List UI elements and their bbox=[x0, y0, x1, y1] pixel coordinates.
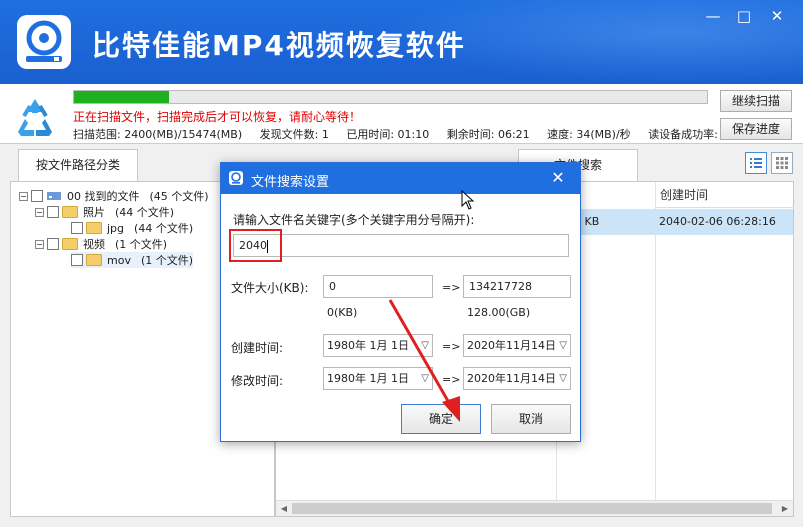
tree-checkbox[interactable] bbox=[31, 190, 43, 202]
tree-item-videos[interactable]: − 视频 (1 个文件) bbox=[35, 236, 167, 252]
scan-stats: 扫描范围: 2400(MB)/15474(MB) 发现文件数: 1 已用时间: … bbox=[73, 126, 732, 142]
modified-from-date[interactable]: 1980年 1月 1日 ▽ bbox=[323, 367, 433, 390]
tree-item-label: mov bbox=[107, 253, 131, 267]
modified-from-value: 1980年 1月 1日 bbox=[327, 372, 409, 385]
continue-scan-button[interactable]: 继续扫描 bbox=[720, 90, 792, 112]
dialog-title-bar: 文件搜索设置 ✕ bbox=[221, 163, 580, 194]
tree-item-count: (45 个文件) bbox=[149, 190, 209, 203]
chevron-down-icon: ▽ bbox=[559, 373, 567, 384]
folder-icon bbox=[62, 238, 78, 250]
grid-view-button[interactable] bbox=[771, 152, 793, 174]
keyword-highlight-box bbox=[229, 229, 282, 262]
mouse-cursor-icon bbox=[461, 190, 475, 210]
chevron-down-icon: ▽ bbox=[421, 373, 429, 384]
collapse-icon[interactable]: − bbox=[35, 207, 44, 217]
tree-item-count: (44 个文件) bbox=[115, 206, 175, 219]
tree-item-photos[interactable]: − 照片 (44 个文件) bbox=[35, 204, 174, 220]
modified-label: 修改时间: bbox=[231, 374, 284, 388]
cancel-button[interactable]: 取消 bbox=[491, 404, 571, 434]
tree-item-count: (1 个文件) bbox=[115, 238, 168, 251]
maximize-icon[interactable]: □ bbox=[734, 6, 754, 26]
grid-view-icon bbox=[776, 157, 788, 169]
collapse-icon[interactable]: − bbox=[35, 239, 44, 249]
scan-range: 扫描范围: 2400(MB)/15474(MB) bbox=[73, 128, 243, 141]
created-to-date[interactable]: 2020年11月14日 ▽ bbox=[463, 334, 571, 357]
scroll-left-icon[interactable]: ◀ bbox=[276, 501, 292, 517]
scan-speed: 速度: 34(MB)/秒 bbox=[547, 128, 631, 141]
size-max-hint: 128.00(GB) bbox=[467, 306, 531, 319]
scrollbar-thumb[interactable] bbox=[292, 503, 772, 514]
scan-message: 正在扫描文件，扫描完成后才可以恢复，请耐心等待！ bbox=[73, 110, 362, 124]
keyword-input[interactable]: 2040 bbox=[233, 234, 569, 257]
created-to-value: 2020年11月14日 bbox=[467, 339, 556, 352]
collapse-icon[interactable]: − bbox=[19, 191, 28, 201]
file-search-dialog: 文件搜索设置 ✕ 请输入文件名关键字(多个关键字用分号隔开): 2040 文件大… bbox=[220, 162, 581, 442]
app-logo-icon bbox=[17, 15, 71, 69]
tree-item-label: 视频 bbox=[83, 238, 105, 251]
ok-button[interactable]: 确定 bbox=[401, 404, 481, 434]
recycle-icon bbox=[18, 99, 52, 136]
cell-created: 2040-02-06 06:28:16 bbox=[659, 215, 776, 228]
folder-icon bbox=[86, 254, 102, 266]
scan-panel: 正在扫描文件，扫描完成后才可以恢复，请耐心等待！ 扫描范围: 2400(MB)/… bbox=[0, 84, 803, 144]
chevron-down-icon: ▽ bbox=[421, 340, 429, 351]
keyword-label: 请输入文件名关键字(多个关键字用分号隔开): bbox=[233, 213, 475, 227]
size-max-input[interactable]: 134217728 bbox=[463, 275, 571, 298]
size-min-hint: 0(KB) bbox=[327, 306, 358, 319]
title-bar: 比特佳能MP4视频恢复软件 — □ ✕ bbox=[0, 0, 803, 84]
size-label: 文件大小(KB): bbox=[231, 281, 309, 295]
tree-item-label: 照片 bbox=[83, 206, 105, 219]
tree-checkbox[interactable] bbox=[71, 254, 83, 266]
scan-elapsed: 已用时间: 01:10 bbox=[346, 128, 430, 141]
tree-item-jpg[interactable]: jpg (44 个文件) bbox=[71, 220, 193, 236]
modified-to-date[interactable]: 2020年11月14日 ▽ bbox=[463, 367, 571, 390]
save-progress-button[interactable]: 保存进度 bbox=[720, 118, 792, 140]
scroll-right-icon[interactable]: ▶ bbox=[777, 501, 793, 517]
tree-item-label: 00 找到的文件 bbox=[67, 190, 140, 203]
close-icon[interactable]: ✕ bbox=[767, 6, 787, 26]
tree-checkbox[interactable] bbox=[47, 206, 59, 218]
created-from-date[interactable]: 1980年 1月 1日 ▽ bbox=[323, 334, 433, 357]
list-view-icon bbox=[750, 158, 762, 168]
list-view-button[interactable] bbox=[745, 152, 767, 174]
created-from-value: 1980年 1月 1日 bbox=[327, 339, 409, 352]
chevron-down-icon: ▽ bbox=[559, 340, 567, 351]
minimize-icon[interactable]: — bbox=[703, 6, 723, 26]
scan-found: 发现文件数: 1 bbox=[259, 128, 329, 141]
tree-item-count: (1 个文件) bbox=[140, 254, 194, 267]
scan-success-rate: 读设备成功率: bbox=[648, 128, 718, 141]
scan-progress-bar bbox=[73, 90, 708, 104]
created-range-arrow: => bbox=[442, 340, 461, 353]
column-header-created[interactable]: 创建时间 bbox=[656, 182, 794, 208]
created-label: 创建时间: bbox=[231, 341, 284, 355]
folder-icon bbox=[62, 206, 78, 218]
tree-item-count: (44 个文件) bbox=[134, 222, 194, 235]
tree-checkbox[interactable] bbox=[71, 222, 83, 234]
tree-item-label: jpg bbox=[107, 221, 125, 235]
tab-by-path[interactable]: 按文件路径分类 bbox=[18, 149, 138, 181]
size-min-input[interactable]: 0 bbox=[323, 275, 433, 298]
scan-progress-fill bbox=[74, 91, 169, 103]
modified-to-value: 2020年11月14日 bbox=[467, 372, 556, 385]
dialog-close-icon[interactable]: ✕ bbox=[547, 167, 569, 189]
dialog-app-icon bbox=[229, 171, 243, 185]
modified-range-arrow: => bbox=[442, 373, 461, 386]
folder-icon bbox=[86, 222, 102, 234]
horizontal-scrollbar[interactable]: ◀ ▶ bbox=[276, 500, 793, 516]
tree-item-mov[interactable]: mov (1 个文件) bbox=[71, 252, 194, 268]
drive-icon bbox=[47, 192, 61, 200]
scan-remaining: 剩余时间: 06:21 bbox=[446, 128, 530, 141]
dialog-title: 文件搜索设置 bbox=[251, 175, 330, 190]
app-title: 比特佳能MP4视频恢复软件 bbox=[92, 29, 466, 62]
tree-checkbox[interactable] bbox=[47, 238, 59, 250]
size-range-arrow: => bbox=[442, 281, 461, 294]
tree-item-found-files[interactable]: − 00 找到的文件 (45 个文件) bbox=[19, 188, 209, 204]
